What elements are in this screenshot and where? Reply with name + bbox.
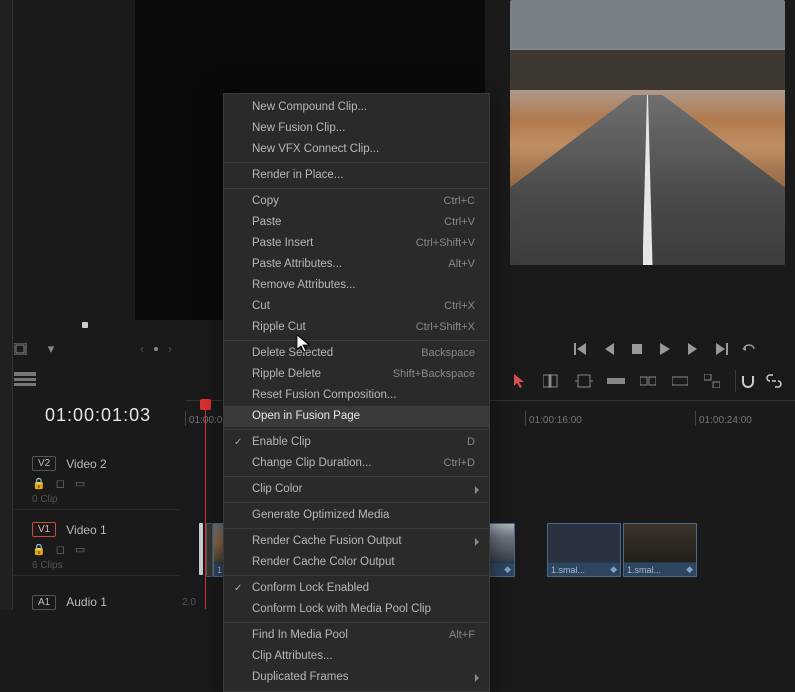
viewer-toolbar: ▾ ‹ › [14, 340, 174, 358]
menu-open-in-fusion-page[interactable]: Open in Fusion Page [224, 406, 489, 427]
menu-copy[interactable]: CopyCtrl+C [224, 191, 489, 212]
lock-icon[interactable]: 🔒 [32, 477, 46, 490]
menu-paste[interactable]: PasteCtrl+V [224, 212, 489, 233]
timeline-clip[interactable]: 1.smal...◆ [547, 523, 621, 577]
left-panel-edge [0, 0, 13, 610]
menu-conform-lock-enabled[interactable]: Conform Lock Enabled [224, 578, 489, 599]
blade-tool-icon[interactable] [606, 373, 626, 389]
program-viewer [510, 0, 790, 270]
next-icon[interactable]: › [168, 342, 172, 356]
track-name: Audio 1 [66, 595, 107, 609]
first-frame-button[interactable] [573, 341, 589, 357]
menu-new-compound-clip[interactable]: New Compound Clip... [224, 97, 489, 118]
menu-render-cache-color[interactable]: Render Cache Color Output [224, 552, 489, 573]
chevron-down-icon[interactable]: ▾ [42, 342, 60, 356]
track-badge[interactable]: V2 [32, 456, 56, 471]
menu-ripple-cut[interactable]: Ripple CutCtrl+Shift+X [224, 317, 489, 338]
menu-change-clip-duration[interactable]: Change Clip Duration...Ctrl+D [224, 453, 489, 474]
menu-find-in-media-pool[interactable]: Find In Media PoolAlt+F [224, 625, 489, 646]
menu-delete-selected[interactable]: Delete SelectedBackspace [224, 343, 489, 364]
track-header-v2[interactable]: V2 Video 2 🔒 ◻ ▭ 0 Clip [14, 450, 179, 510]
overwrite-tool-icon[interactable] [670, 373, 690, 389]
link-icon[interactable] [766, 374, 782, 388]
menu-generate-optimized-media[interactable]: Generate Optimized Media [224, 505, 489, 526]
loop-button[interactable] [741, 341, 757, 357]
menu-render-cache-fusion[interactable]: Render Cache Fusion Output [224, 531, 489, 552]
menu-remove-attributes[interactable]: Remove Attributes... [224, 275, 489, 296]
view-mode-icon[interactable] [14, 342, 32, 356]
timeline-options-icon[interactable] [14, 372, 44, 390]
track-name: Video 1 [66, 523, 106, 537]
track-toggle-icon[interactable]: ▭ [75, 543, 85, 556]
clip-label: 1.smal... [551, 565, 585, 575]
track-toggle-icon[interactable]: ◻ [56, 543, 65, 556]
track-toggle-icon[interactable]: ▭ [75, 477, 85, 490]
lock-icon[interactable]: 🔒 [32, 543, 46, 556]
menu-cut[interactable]: CutCtrl+X [224, 296, 489, 317]
scrub-marker[interactable] [82, 322, 88, 328]
dynamic-trim-icon[interactable] [574, 373, 594, 389]
clip-count: 0 Clip [32, 494, 179, 505]
link-tools [740, 372, 790, 390]
ruler-tick: 01:00:24:00 [695, 411, 752, 426]
menu-new-vfx-connect[interactable]: New VFX Connect Clip... [224, 139, 489, 160]
menu-new-fusion-clip[interactable]: New Fusion Clip... [224, 118, 489, 139]
viewer-frame [510, 0, 785, 265]
trim-tool-icon[interactable] [542, 373, 562, 389]
dot-icon [154, 347, 158, 351]
track-toggle-icon[interactable]: ◻ [56, 477, 65, 490]
selection-tool-icon[interactable] [510, 373, 530, 389]
track-name: Video 2 [66, 457, 106, 471]
menu-clip-color[interactable]: Clip Color [224, 479, 489, 500]
track-badge[interactable]: A1 [32, 595, 56, 610]
menu-ripple-delete[interactable]: Ripple DeleteShift+Backspace [224, 364, 489, 385]
magnet-icon[interactable] [740, 374, 756, 388]
clip-label: 1.smal... [627, 565, 661, 575]
audio-channels: 2.0 [182, 597, 196, 608]
prev-icon[interactable]: ‹ [140, 342, 144, 356]
track-badge[interactable]: V1 [32, 522, 56, 537]
menu-duplicated-frames[interactable]: Duplicated Frames [224, 667, 489, 688]
timeline-clip[interactable]: 1.smal...◆ [623, 523, 697, 577]
playback-controls [555, 340, 775, 358]
stop-button[interactable] [629, 341, 645, 357]
ruler-tick: 01:00:16:00 [525, 411, 582, 426]
menu-enable-clip[interactable]: Enable ClipD [224, 432, 489, 453]
next-frame-button[interactable] [685, 341, 701, 357]
menu-render-in-place[interactable]: Render in Place... [224, 165, 489, 186]
insert-tool-icon[interactable] [638, 373, 658, 389]
menu-paste-attributes[interactable]: Paste Attributes...Alt+V [224, 254, 489, 275]
menu-paste-insert[interactable]: Paste InsertCtrl+Shift+V [224, 233, 489, 254]
track-header-v1[interactable]: V1 Video 1 🔒 ◻ ▭ 6 Clips [14, 516, 179, 576]
clip-context-menu: New Compound Clip... New Fusion Clip... … [223, 93, 490, 692]
prev-frame-button[interactable] [601, 341, 617, 357]
track-header-a1[interactable]: A1 Audio 1 2.0 [32, 590, 192, 614]
play-button[interactable] [657, 341, 673, 357]
menu-clip-attributes[interactable]: Clip Attributes... [224, 646, 489, 667]
replace-tool-icon[interactable] [702, 373, 722, 389]
menu-reset-fusion-composition[interactable]: Reset Fusion Composition... [224, 385, 489, 406]
clip-count: 6 Clips [32, 560, 179, 571]
toolbar-separator [735, 370, 736, 392]
last-frame-button[interactable] [713, 341, 729, 357]
timeline-timecode[interactable]: 01:00:01:03 [45, 405, 151, 426]
